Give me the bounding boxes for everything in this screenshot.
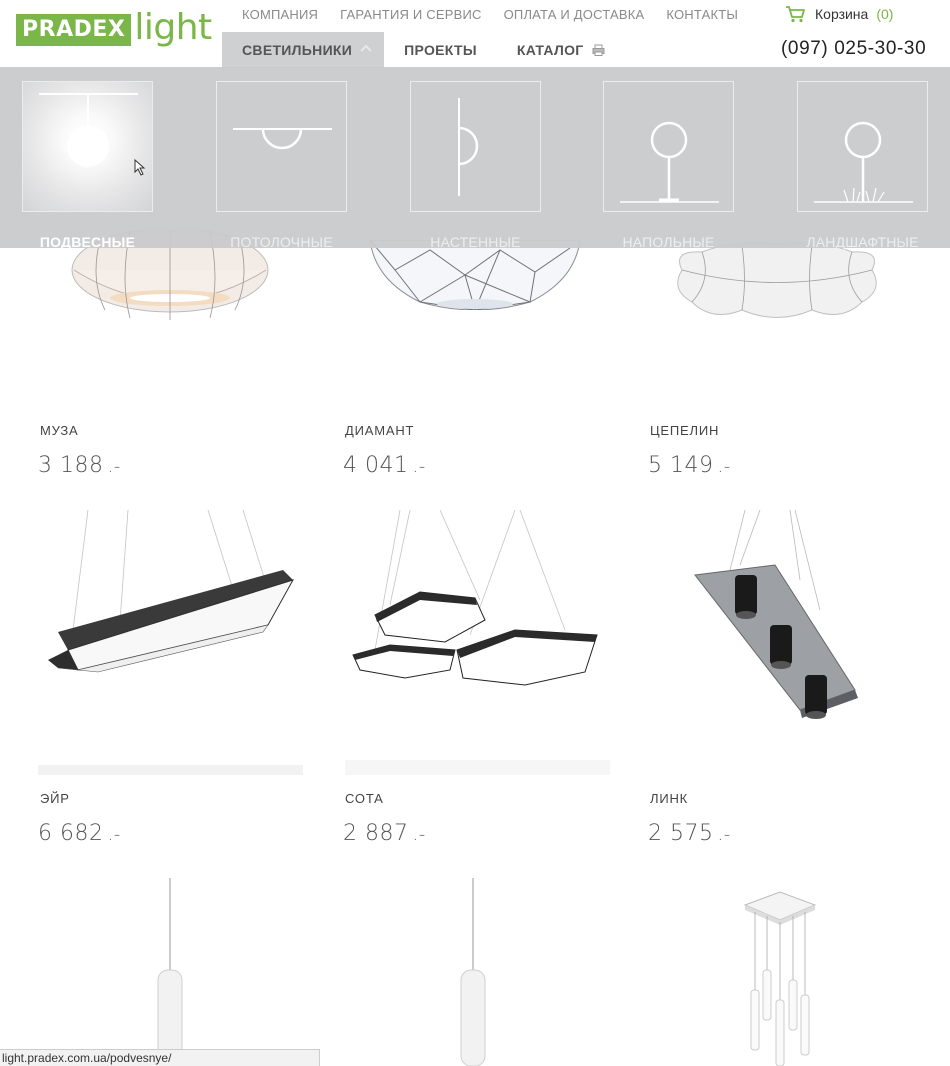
- nav-warranty[interactable]: ГАРАНТИЯ И СЕРВИС: [340, 7, 481, 22]
- nav-payment-delivery[interactable]: ОПЛАТА И ДОСТАВКА: [504, 7, 645, 22]
- category-label[interactable]: НАСТЕННЫЕ: [410, 234, 541, 250]
- product-image-tube-1[interactable]: [150, 878, 190, 1066]
- phone-number[interactable]: (097) 025-30-30: [781, 38, 926, 60]
- category-landscape[interactable]: ЛАНДШАФТНЫЕ: [797, 81, 928, 250]
- nav-projects-label: ПРОЕКТЫ: [404, 42, 477, 58]
- product-name[interactable]: ДИАМАНТ: [345, 423, 414, 438]
- nav-projects[interactable]: ПРОЕКТЫ: [384, 32, 497, 68]
- main-navigation: СВЕТИЛЬНИКИ ПРОЕКТЫ КАТАЛОГ: [222, 32, 625, 68]
- product-price: 5 149 .-: [648, 453, 731, 478]
- product-price: 2 887 .-: [343, 821, 426, 846]
- category-floor[interactable]: НАПОЛЬНЫЕ: [603, 81, 734, 250]
- product-image-eir[interactable]: [38, 510, 303, 775]
- logo-brand: PRADEX: [16, 14, 132, 46]
- product-price: 4 041 .-: [343, 453, 426, 478]
- nav-catalog[interactable]: КАТАЛОГ: [497, 32, 625, 68]
- price-currency: .-: [412, 824, 426, 845]
- cart-icon: [786, 6, 805, 23]
- chevron-up-icon: [360, 44, 372, 52]
- category-label[interactable]: ЛАНДШАФТНЫЕ: [797, 234, 928, 250]
- product-image-sota[interactable]: [345, 510, 610, 775]
- category-tile[interactable]: [410, 81, 541, 212]
- product-name[interactable]: СОТА: [345, 791, 384, 806]
- floor-lamp-icon: [620, 121, 719, 203]
- price-currency: .-: [107, 456, 121, 477]
- price-value: 5 149: [648, 453, 714, 478]
- nav-catalog-label: КАТАЛОГ: [516, 42, 584, 58]
- category-tile[interactable]: [603, 81, 734, 212]
- product-price: 2 575 .-: [648, 821, 731, 846]
- product-image-tsepelin[interactable]: [672, 240, 882, 325]
- product-image-diamant[interactable]: [370, 240, 580, 310]
- category-wall[interactable]: НАСТЕННЫЕ: [410, 81, 541, 250]
- ceiling-lamp-icon: [233, 128, 332, 150]
- nav-lamps[interactable]: СВЕТИЛЬНИКИ: [222, 32, 385, 68]
- product-name[interactable]: ЛИНК: [650, 791, 688, 806]
- price-currency: .-: [717, 456, 731, 477]
- nav-lamps-label: СВЕТИЛЬНИКИ: [242, 42, 353, 58]
- site-header: PRADEX light КОМПАНИЯ ГАРАНТИЯ И СЕРВИС …: [0, 0, 950, 68]
- category-label[interactable]: ПОДВЕСНЫЕ: [22, 234, 153, 250]
- cart-label: Корзина: [815, 6, 869, 22]
- pendant-lamp-icon: [39, 93, 146, 176]
- category-label[interactable]: ПОТОЛОЧНЫЕ: [216, 234, 347, 250]
- nav-company[interactable]: КОМПАНИЯ: [242, 7, 318, 22]
- logo-suffix: light: [134, 7, 212, 48]
- print-icon: [592, 44, 605, 56]
- cart-count: (0): [876, 6, 894, 22]
- product-image-cluster[interactable]: [735, 890, 825, 1066]
- product-image-tube-2[interactable]: [453, 878, 493, 1066]
- category-tile[interactable]: [22, 81, 153, 212]
- category-tile[interactable]: [797, 81, 928, 212]
- price-currency: .-: [412, 456, 426, 477]
- category-pendant[interactable]: ПОДВЕСНЫЕ: [22, 81, 153, 250]
- product-price: 6 682 .-: [38, 821, 121, 846]
- price-currency: .-: [717, 824, 731, 845]
- price-value: 4 041: [343, 453, 409, 478]
- category-label[interactable]: НАПОЛЬНЫЕ: [603, 234, 734, 250]
- price-currency: .-: [107, 824, 121, 845]
- category-tile[interactable]: [216, 81, 347, 212]
- lamps-dropdown-menu: ПОДВЕСНЫЕ ПОТОЛОЧНЫЕ НАСТЕННЫЕ НАПОЛЬНЫЕ…: [0, 67, 950, 250]
- product-name[interactable]: ЦЕПЕЛИН: [650, 423, 719, 438]
- price-value: 2 575: [648, 821, 714, 846]
- price-value: 6 682: [38, 821, 104, 846]
- browser-status-url: light.pradex.com.ua/podvesnye/: [0, 1049, 320, 1066]
- landscape-lamp-icon: [814, 121, 913, 203]
- product-image-link[interactable]: [650, 510, 915, 775]
- category-ceiling[interactable]: ПОТОЛОЧНЫЕ: [216, 81, 347, 250]
- cart-link[interactable]: Корзина (0): [785, 5, 893, 23]
- pradex-light-logo[interactable]: PRADEX light: [16, 7, 212, 48]
- price-value: 3 188: [38, 453, 104, 478]
- product-price: 3 188 .-: [38, 453, 121, 478]
- nav-contacts[interactable]: КОНТАКТЫ: [666, 7, 738, 22]
- price-value: 2 887: [343, 821, 409, 846]
- product-name[interactable]: МУЗА: [40, 423, 79, 438]
- product-name[interactable]: ЭЙР: [40, 791, 70, 806]
- top-navigation: КОМПАНИЯ ГАРАНТИЯ И СЕРВИС ОПЛАТА И ДОСТ…: [242, 7, 738, 22]
- wall-lamp-icon: [458, 98, 479, 196]
